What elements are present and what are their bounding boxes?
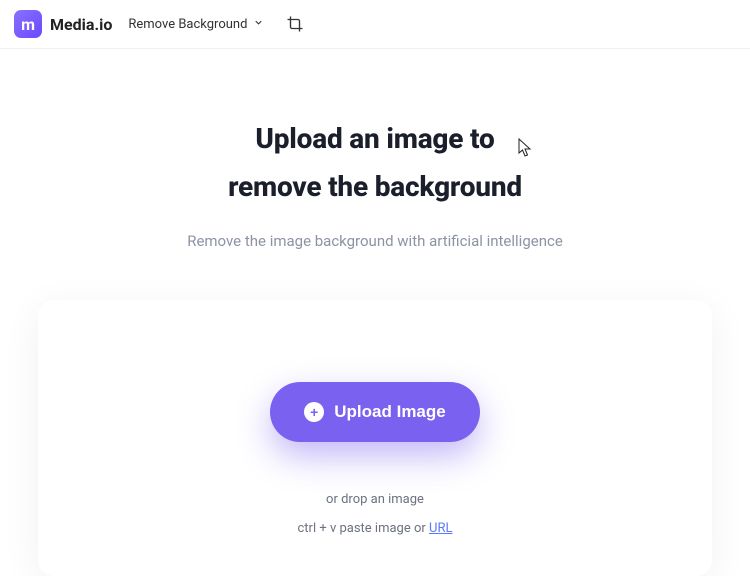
logo-letter: m <box>21 15 35 34</box>
hero-section: Upload an image to remove the background… <box>0 49 750 274</box>
upload-image-button[interactable]: + Upload Image <box>270 382 479 442</box>
logo-icon: m <box>14 10 42 38</box>
page-subtitle: Remove the image background with artific… <box>20 232 730 250</box>
tool-label: Remove Background <box>128 17 247 32</box>
paste-hint-text: ctrl + v paste image or <box>298 521 430 536</box>
drop-hint-text: or drop an image <box>58 492 692 507</box>
title-line-2: remove the background <box>228 170 522 203</box>
title-line-1: Upload an image to <box>255 122 494 155</box>
upload-card[interactable]: + Upload Image or drop an image ctrl + v… <box>38 300 712 576</box>
upload-button-label: Upload Image <box>334 402 445 422</box>
brand-logo[interactable]: m Media.io <box>14 10 112 38</box>
brand-name: Media.io <box>50 15 112 34</box>
plus-circle-icon: + <box>304 402 324 422</box>
tool-dropdown[interactable]: Remove Background <box>128 17 264 32</box>
paste-hint: ctrl + v paste image or URL <box>58 521 692 536</box>
header-bar: m Media.io Remove Background <box>0 0 750 49</box>
crop-tool-icon[interactable] <box>286 15 304 33</box>
chevron-down-icon <box>253 17 264 32</box>
page-title: Upload an image to remove the background <box>20 115 730 210</box>
url-link[interactable]: URL <box>429 521 452 536</box>
